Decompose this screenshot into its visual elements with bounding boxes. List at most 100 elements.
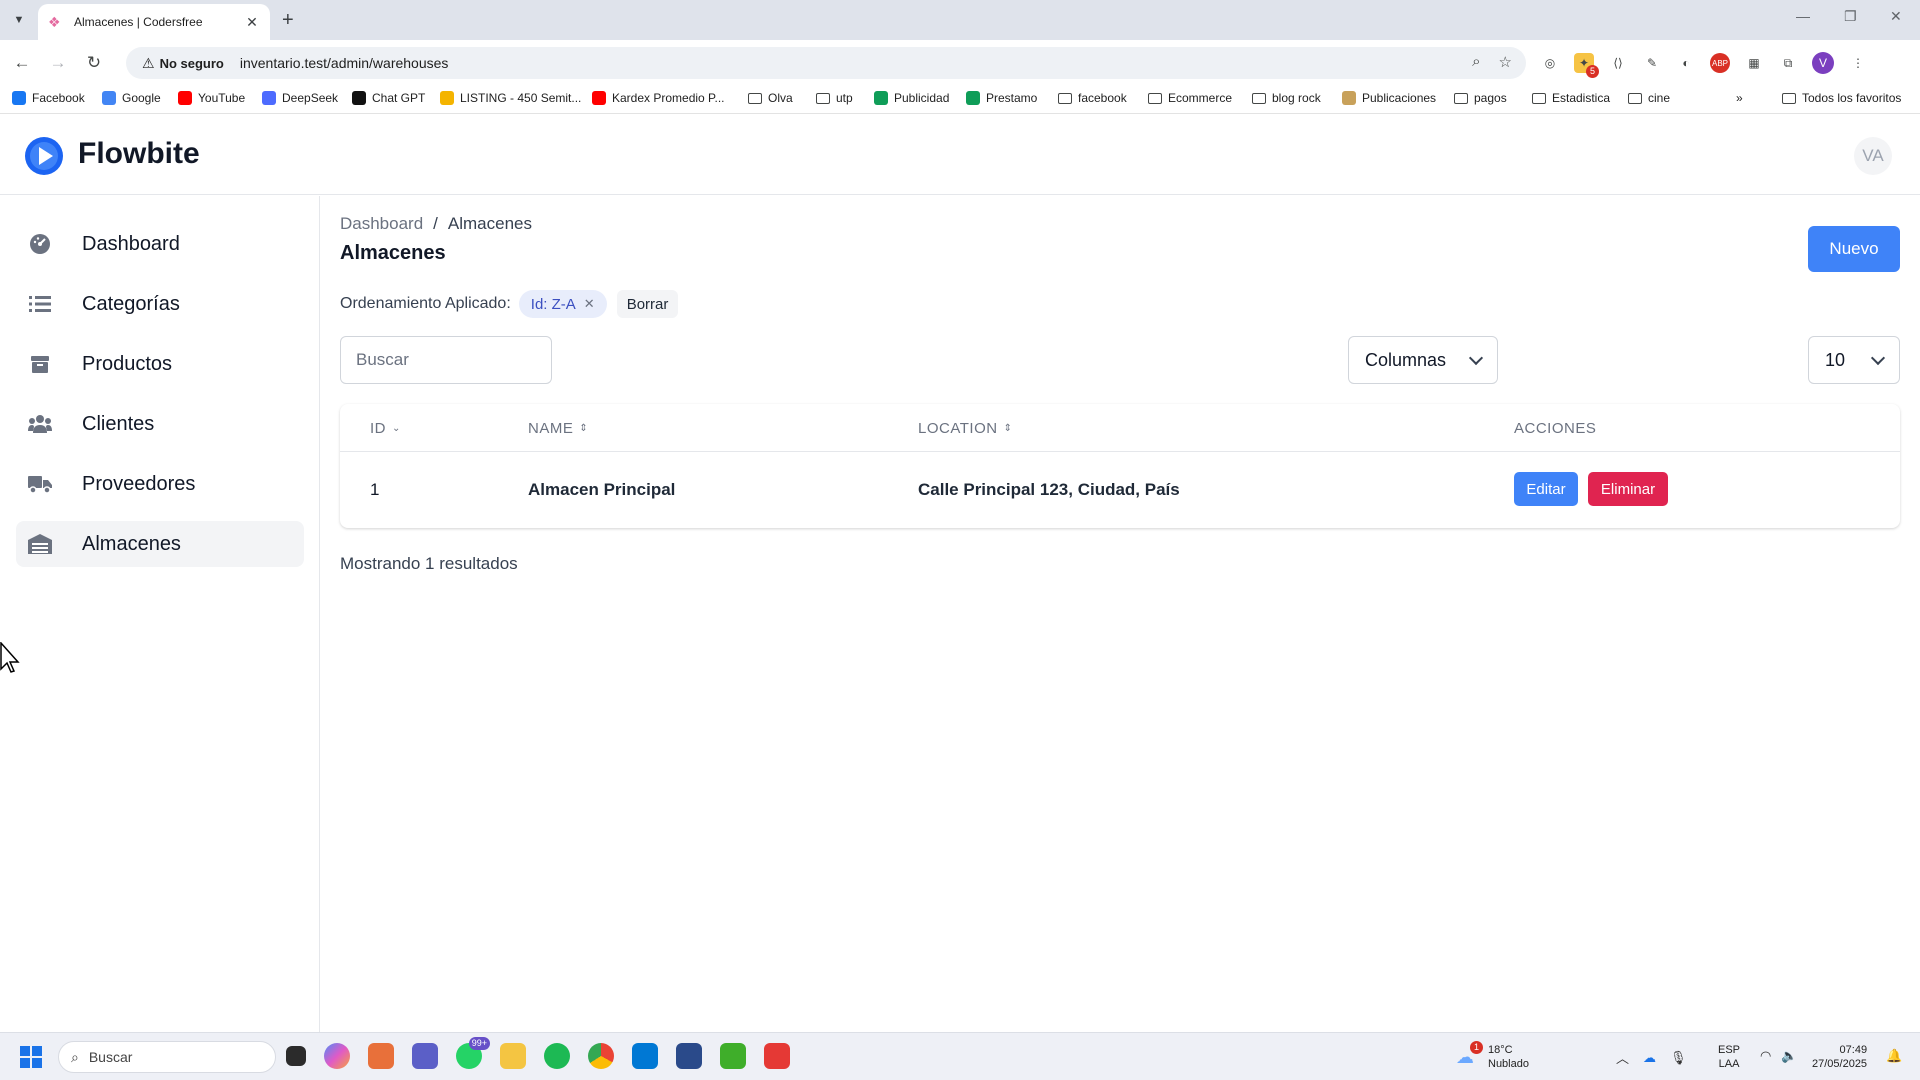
all-bookmarks-folder[interactable]: Todos los favoritos [1782, 91, 1901, 105]
bookmark-item[interactable]: Olva [748, 91, 793, 105]
users-icon [28, 412, 52, 436]
brand-name[interactable]: Flowbite [78, 137, 200, 171]
qr-code-icon[interactable]: ▦ [1744, 53, 1764, 73]
cloud-icon: ☁ 1 [1456, 1041, 1483, 1067]
column-header-label: NAME [528, 420, 574, 437]
new-warehouse-button[interactable]: Nuevo [1808, 226, 1900, 272]
windows-start-icon[interactable] [20, 1046, 42, 1068]
app-icon[interactable] [764, 1043, 790, 1069]
taskbar-search[interactable]: ⌕ Buscar [58, 1041, 276, 1073]
column-header-name[interactable]: NAME ⇕ [528, 420, 588, 437]
url-text[interactable]: inventario.test/admin/warehouses [240, 55, 449, 71]
bookmark-item[interactable]: blog rock [1252, 91, 1321, 105]
extension-icon[interactable]: ◎ [1540, 53, 1560, 73]
table-header: ID ⌄ NAME ⇕ LOCATION ⇕ ACCIONES [340, 404, 1900, 452]
browser-tab-active[interactable]: ❖ Almacenes | Codersfree ✕ [38, 4, 270, 40]
flowbite-logo-icon[interactable] [24, 136, 64, 176]
close-tab-icon[interactable]: ✕ [244, 14, 260, 31]
extension-icon[interactable]: ◐ [1676, 53, 1696, 73]
more-bookmarks-icon[interactable]: » [1736, 91, 1743, 105]
file-explorer-icon[interactable] [500, 1043, 526, 1069]
minimize-icon[interactable]: — [1796, 8, 1810, 24]
tab-search-icon[interactable]: ▼ [8, 9, 30, 31]
devtools-extension-icon[interactable]: ⟨⟩ [1608, 53, 1628, 73]
microphone-icon[interactable]: 🎙 [1670, 1050, 1687, 1066]
bookmark-item[interactable]: YouTube [178, 91, 245, 105]
bookmark-item[interactable]: pagos [1454, 91, 1507, 105]
bookmark-star-icon[interactable]: ☆ [1499, 53, 1512, 71]
security-indicator[interactable]: ⚠ No seguro [134, 55, 232, 72]
address-bar[interactable]: ⚠ No seguro inventario.test/admin/wareho… [126, 47, 1526, 79]
gauge-icon [28, 232, 52, 256]
bookmark-item[interactable]: facebook [1058, 91, 1127, 105]
app-icon[interactable] [676, 1043, 702, 1069]
puzzle-icon[interactable]: ⧉ [1778, 53, 1798, 73]
spotify-icon[interactable] [544, 1043, 570, 1069]
weather-widget[interactable]: ☁ 1 18°C Nublado [1456, 1041, 1529, 1071]
sidebar-item-productos[interactable]: Productos [16, 341, 304, 387]
language-indicator[interactable]: ESP LAA [1718, 1043, 1740, 1071]
bookmark-item[interactable]: Publicidad [874, 91, 949, 105]
sidebar-item-almacenes[interactable]: Almacenes [16, 521, 304, 567]
bookmark-item[interactable]: Prestamo [966, 91, 1037, 105]
delete-button[interactable]: Eliminar [1588, 472, 1668, 506]
bookmark-item[interactable]: LISTING - 450 Semit... [440, 91, 581, 105]
bookmark-item[interactable]: Ecommerce [1148, 91, 1232, 105]
vscode-icon[interactable] [632, 1043, 658, 1069]
edit-button[interactable]: Editar [1514, 472, 1578, 506]
teams-icon[interactable] [412, 1043, 438, 1069]
remove-sort-icon[interactable]: ✕ [584, 296, 595, 312]
restore-icon[interactable]: ❐ [1844, 8, 1857, 25]
bookmark-item[interactable]: cine [1628, 91, 1670, 105]
columns-select[interactable]: Columnas [1348, 336, 1498, 384]
bookmark-item[interactable]: Chat GPT [352, 91, 425, 105]
bookmark-item[interactable]: Facebook [12, 91, 85, 105]
xampp-icon[interactable] [368, 1043, 394, 1069]
column-header-id[interactable]: ID ⌄ [370, 420, 401, 437]
bookmark-item[interactable]: Estadistica [1532, 91, 1610, 105]
browser-menu-icon[interactable]: ⋮ [1848, 53, 1868, 73]
extension-badge: 5 [1586, 65, 1599, 78]
breadcrumb-dashboard-link[interactable]: Dashboard [340, 214, 423, 234]
user-avatar[interactable]: VA [1854, 137, 1892, 175]
profile-avatar[interactable]: V [1812, 52, 1834, 74]
bookmark-item[interactable]: utp [816, 91, 853, 105]
sort-desc-icon: ⌄ [392, 423, 401, 434]
folder-icon [1628, 92, 1642, 104]
sidebar-item-proveedores[interactable]: Proveedores [16, 461, 304, 507]
sort-chip[interactable]: Id: Z-A ✕ [518, 290, 607, 318]
adblock-icon[interactable]: ABP [1710, 53, 1730, 73]
clear-sorting-button[interactable]: Borrar [616, 290, 679, 318]
bookmark-item[interactable]: DeepSeek [262, 91, 338, 105]
window-close-icon[interactable]: ✕ [1890, 8, 1902, 25]
back-icon[interactable]: ← [10, 52, 34, 74]
bookmark-item[interactable]: Kardex Promedio P... [592, 91, 725, 105]
camtasia-icon[interactable] [720, 1043, 746, 1069]
eyedropper-icon[interactable]: ✎ [1642, 53, 1662, 73]
extension-icon[interactable]: ✦ 5 [1574, 53, 1599, 78]
sidebar-item-categorias[interactable]: Categorías [16, 281, 304, 327]
chevron-up-icon[interactable]: ︿ [1616, 1048, 1629, 1067]
chrome-icon[interactable] [588, 1043, 614, 1069]
folder-icon [1782, 92, 1796, 104]
clock[interactable]: 07:49 27/05/2025 [1812, 1043, 1867, 1071]
bookmark-item[interactable]: Publicaciones [1342, 91, 1436, 105]
sidebar-item-clientes[interactable]: Clientes [16, 401, 304, 447]
bookmark-label: Publicidad [894, 91, 950, 105]
sidebar-item-dashboard[interactable]: Dashboard [16, 221, 304, 267]
onedrive-icon[interactable]: ☁ [1643, 1050, 1656, 1066]
column-header-location[interactable]: LOCATION ⇕ [918, 420, 1012, 437]
notifications-icon[interactable]: 🔔 [1886, 1048, 1902, 1064]
forward-icon[interactable]: → [46, 52, 70, 74]
bookmark-item[interactable]: Google [102, 91, 161, 105]
per-page-select[interactable]: 10 [1808, 336, 1900, 384]
search-input[interactable] [340, 336, 552, 384]
network-volume[interactable]: ◠ 🔈 [1760, 1048, 1798, 1064]
reload-icon[interactable]: ↻ [82, 52, 106, 74]
copilot-icon[interactable] [324, 1043, 350, 1069]
whatsapp-icon[interactable]: 99+ [456, 1037, 490, 1069]
zoom-icon[interactable]: ⌕ [1472, 53, 1480, 71]
new-tab-icon[interactable]: + [282, 9, 294, 31]
task-view-icon[interactable] [286, 1046, 306, 1066]
folder-icon [748, 92, 762, 104]
